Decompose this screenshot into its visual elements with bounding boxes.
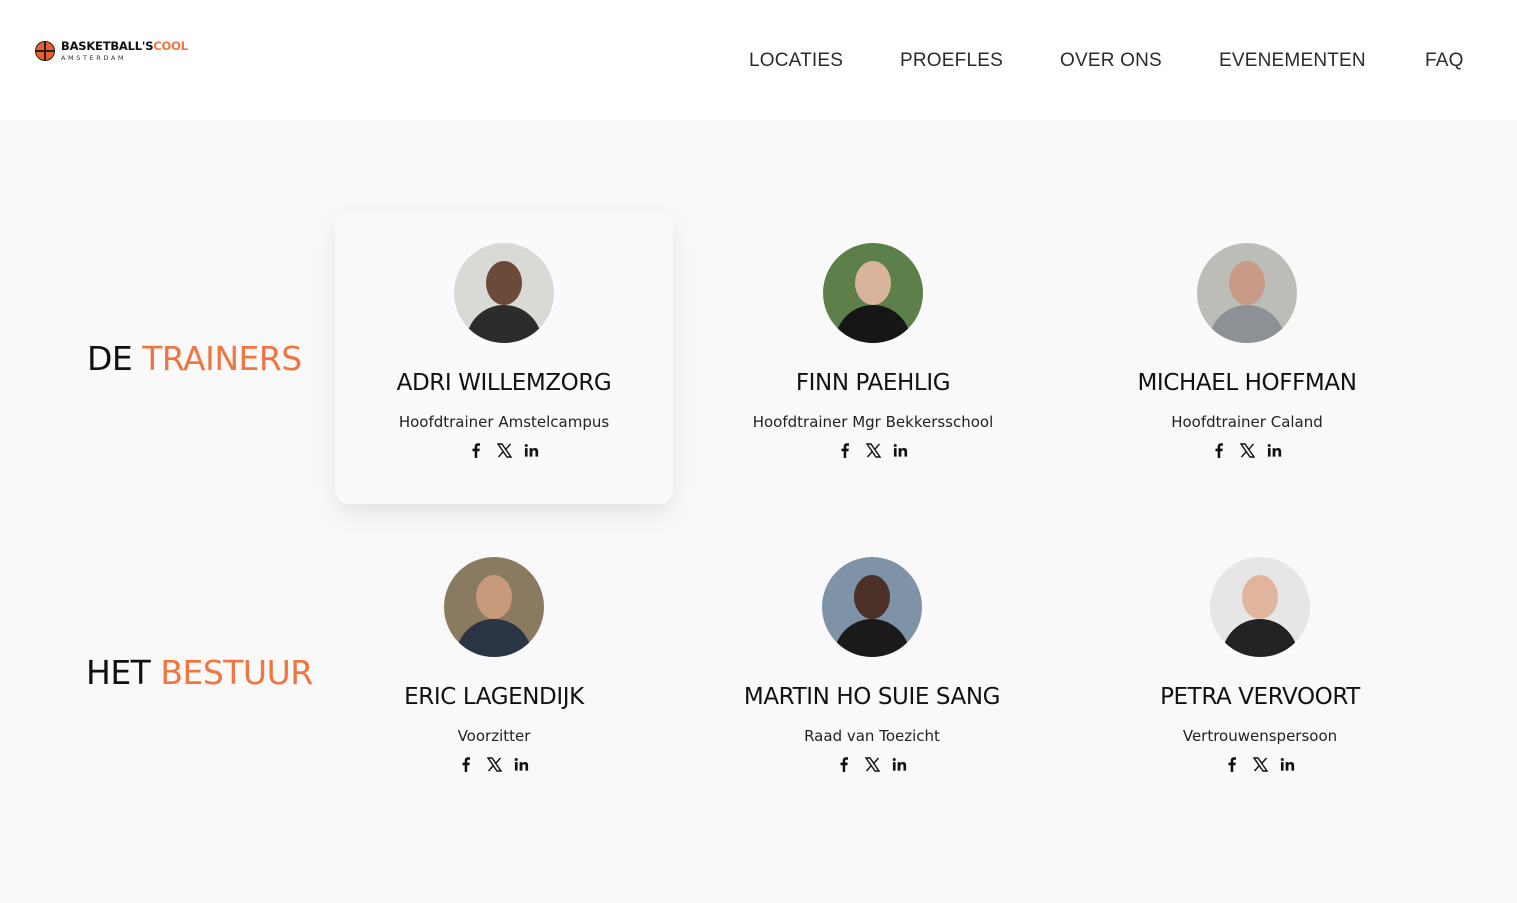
person-role: Raad van Toezicht: [804, 727, 940, 745]
social-links: [703, 441, 1043, 459]
person-role: Hoofdtrainer Mgr Bekkersschool: [752, 413, 994, 431]
facebook-icon[interactable]: [836, 755, 852, 773]
board-member-card: ERIC LAGENDIJK Voorzitter: [324, 557, 664, 773]
avatar: [444, 557, 544, 657]
social-links: [702, 755, 1042, 773]
facebook-icon[interactable]: [468, 441, 484, 459]
avatar: [1210, 557, 1310, 657]
board-member-card: PETRA VERVOORT Vertrouwenspersoon: [1090, 557, 1430, 773]
avatar: [454, 243, 554, 343]
linkedin-icon[interactable]: [514, 755, 530, 773]
social-links: [1090, 755, 1430, 773]
facebook-icon[interactable]: [1224, 755, 1240, 773]
linkedin-icon[interactable]: [1267, 441, 1283, 459]
trainers-heading: DE TRAINERS: [87, 339, 302, 378]
person-name: MICHAEL HOFFMAN: [1137, 370, 1357, 396]
social-links: [324, 755, 664, 773]
trainer-card: MICHAEL HOFFMAN Hoofdtrainer Caland: [1077, 243, 1417, 459]
avatar: [822, 557, 922, 657]
main-nav: LOCATIES PROEFLES OVER ONS EVENEMENTEN F…: [0, 50, 1517, 76]
social-links: [1077, 441, 1417, 459]
linkedin-icon[interactable]: [1280, 755, 1296, 773]
nav-item-over-ons[interactable]: OVER ONS: [1060, 50, 1162, 72]
person-role: Hoofdtrainer Amstelcampus: [398, 413, 610, 431]
avatar: [823, 243, 923, 343]
person-name: ADRI WILLEMZORG: [396, 370, 612, 396]
trainers-heading-dark: DE: [87, 339, 133, 378]
linkedin-icon[interactable]: [893, 441, 909, 459]
trainers-heading-accent: TRAINERS: [142, 339, 302, 378]
nav-item-proefles[interactable]: PROEFLES: [900, 50, 1003, 72]
facebook-icon[interactable]: [837, 441, 853, 459]
person-name: FINN PAEHLIG: [795, 370, 951, 396]
person-name: PETRA VERVOORT: [1160, 684, 1360, 710]
facebook-icon[interactable]: [1211, 441, 1227, 459]
x-icon[interactable]: [1239, 441, 1255, 459]
trainer-card: FINN PAEHLIG Hoofdtrainer Mgr Bekkerssch…: [703, 243, 1043, 459]
avatar: [1197, 243, 1297, 343]
x-icon[interactable]: [496, 441, 512, 459]
social-links: [334, 441, 674, 459]
linkedin-icon[interactable]: [892, 755, 908, 773]
person-role: Vertrouwenspersoon: [1182, 727, 1338, 745]
person-name: MARTIN HO SUIE SANG: [743, 684, 1001, 710]
facebook-icon[interactable]: [458, 755, 474, 773]
board-member-card: MARTIN HO SUIE SANG Raad van Toezicht: [702, 557, 1042, 773]
site-header: BASKETBALL'SCOOL AMSTERDAM LOCATIES PROE…: [0, 0, 1517, 121]
nav-item-evenementen[interactable]: EVENEMENTEN: [1219, 50, 1366, 72]
person-role: Voorzitter: [457, 727, 531, 745]
person-role: Hoofdtrainer Caland: [1171, 413, 1323, 431]
x-icon[interactable]: [865, 441, 881, 459]
linkedin-icon[interactable]: [524, 441, 540, 459]
nav-item-locaties[interactable]: LOCATIES: [749, 50, 843, 72]
trainer-card: ADRI WILLEMZORG Hoofdtrainer Amstelcampu…: [334, 243, 674, 459]
nav-item-faq[interactable]: FAQ: [1425, 50, 1464, 72]
board-heading-dark: HET: [86, 653, 151, 692]
x-icon[interactable]: [864, 755, 880, 773]
board-heading-accent: BESTUUR: [160, 653, 313, 692]
board-heading: HET BESTUUR: [86, 653, 313, 692]
x-icon[interactable]: [486, 755, 502, 773]
person-name: ERIC LAGENDIJK: [404, 684, 584, 710]
x-icon[interactable]: [1252, 755, 1268, 773]
